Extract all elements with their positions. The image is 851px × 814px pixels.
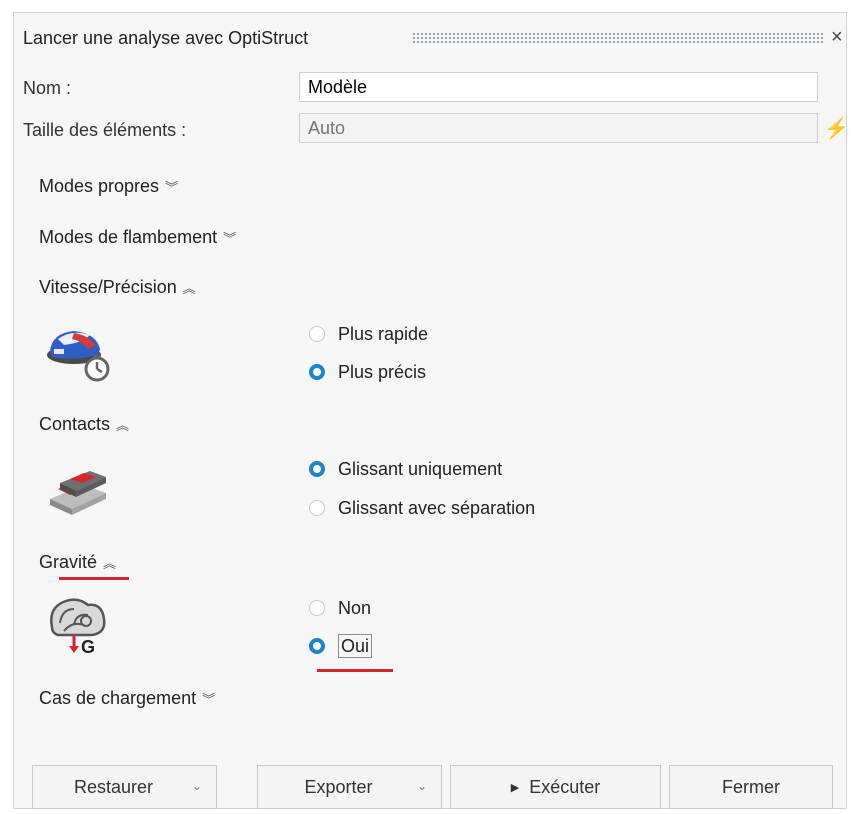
section-modes-flambement[interactable]: Modes de flambement ︾ — [39, 227, 236, 248]
section-gravite[interactable]: Gravité ︽ — [39, 552, 116, 573]
chevron-down-icon: ︾ — [202, 692, 216, 707]
chevron-down-icon: ︾ — [223, 231, 237, 246]
speed-precision-icon — [44, 321, 114, 383]
radio-glissant-uniquement[interactable]: Glissant uniquement — [309, 456, 502, 482]
lightning-icon[interactable]: ⚡ — [824, 116, 849, 141]
close-icon[interactable]: × — [831, 26, 843, 49]
section-cas-chargement-label: Cas de chargement — [39, 688, 197, 708]
radio-button[interactable] — [309, 500, 325, 516]
radio-glissant-separation[interactable]: Glissant avec séparation — [309, 495, 535, 521]
radio-non-label: Non — [338, 597, 372, 618]
fermer-button[interactable]: Fermer — [669, 765, 833, 809]
restaurer-button-label: Restaurer — [73, 776, 154, 797]
optistruct-dialog: Lancer une analyse avec OptiStruct × Nom… — [13, 12, 849, 809]
gravity-icon: G — [44, 593, 114, 657]
section-vitesse-precision[interactable]: Vitesse/Précision ︽ — [39, 277, 196, 298]
section-modes-propres[interactable]: Modes propres ︾ — [39, 176, 178, 197]
drag-handle[interactable] — [412, 32, 824, 44]
name-field[interactable] — [299, 72, 818, 102]
chevron-up-icon: ︽ — [116, 418, 130, 433]
element-size-field[interactable] — [299, 113, 818, 143]
annotation-underline-gravite — [59, 577, 129, 580]
radio-button[interactable] — [309, 326, 325, 342]
radio-button[interactable] — [309, 600, 325, 616]
dialog-title: Lancer une analyse avec OptiStruct — [23, 28, 309, 48]
exporter-button[interactable]: Exporter ⌄ — [257, 765, 442, 809]
chevron-down-icon: ︾ — [165, 180, 179, 195]
dropdown-arrow-icon[interactable]: ⌄ — [192, 779, 202, 793]
radio-oui[interactable]: Oui — [309, 633, 373, 659]
dropdown-arrow-icon[interactable]: ⌄ — [417, 779, 427, 793]
radio-glissant-uniquement-label: Glissant uniquement — [338, 458, 503, 479]
radio-plus-rapide[interactable]: Plus rapide — [309, 321, 428, 347]
element-size-label: Taille des éléments : — [23, 120, 187, 140]
chevron-up-icon: ︽ — [182, 281, 196, 296]
play-icon: ▶ — [510, 781, 520, 794]
exporter-button-label: Exporter — [304, 776, 373, 797]
radio-plus-rapide-label: Plus rapide — [338, 323, 429, 344]
contact-sliding-icon — [44, 455, 114, 517]
radio-glissant-separation-label: Glissant avec séparation — [338, 497, 536, 518]
restaurer-button[interactable]: Restaurer ⌄ — [32, 765, 217, 809]
radio-oui-label: Oui — [338, 634, 373, 658]
radio-plus-precis[interactable]: Plus précis — [309, 359, 426, 385]
section-modes-flambement-label: Modes de flambement — [39, 227, 218, 247]
section-contacts[interactable]: Contacts ︽ — [39, 414, 129, 435]
section-modes-propres-label: Modes propres — [39, 176, 160, 196]
radio-button-selected[interactable] — [309, 364, 325, 380]
section-gravite-label: Gravité — [39, 552, 98, 572]
annotation-underline-oui — [317, 669, 393, 672]
radio-non[interactable]: Non — [309, 595, 371, 621]
radio-button-selected[interactable] — [309, 638, 325, 654]
radio-button-selected[interactable] — [309, 461, 325, 477]
fermer-button-label: Fermer — [722, 776, 780, 797]
radio-plus-precis-label: Plus précis — [338, 361, 427, 382]
chevron-up-icon: ︽ — [103, 556, 117, 571]
section-vitesse-label: Vitesse/Précision — [39, 277, 177, 297]
executer-button-label: Exécuter — [529, 776, 601, 797]
title-bar[interactable]: Lancer une analyse avec OptiStruct × — [14, 23, 846, 53]
gravity-icon-letter: G — [81, 637, 95, 655]
section-contacts-label: Contacts — [39, 414, 111, 434]
executer-button[interactable]: ▶ Exécuter — [450, 765, 661, 809]
name-label: Nom : — [23, 78, 72, 98]
section-cas-chargement[interactable]: Cas de chargement ︾ — [39, 688, 215, 709]
